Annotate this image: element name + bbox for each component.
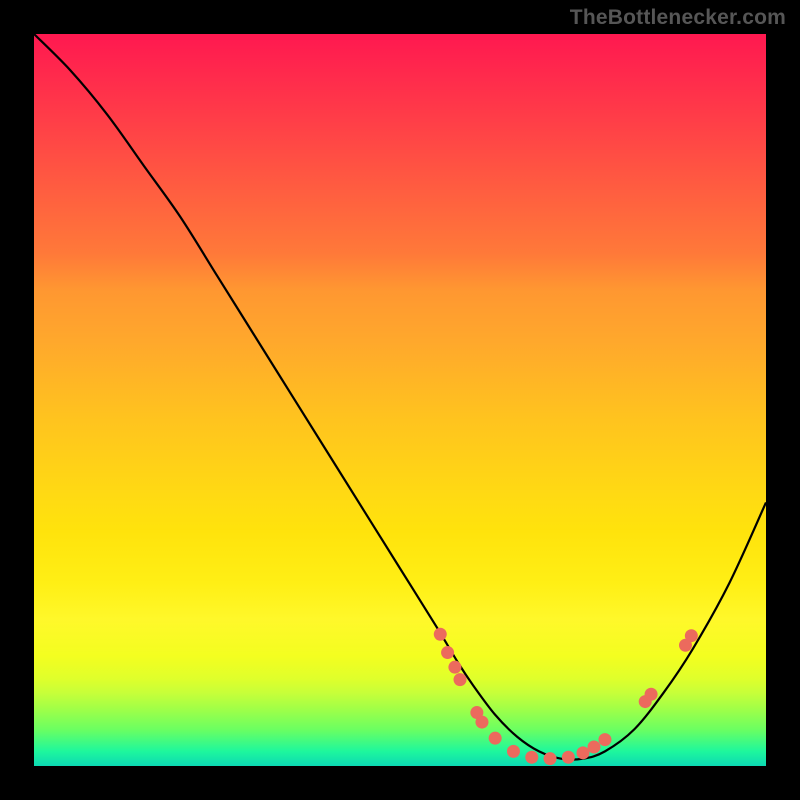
curve-layer bbox=[34, 34, 766, 766]
data-marker bbox=[434, 628, 447, 641]
data-marker bbox=[577, 746, 590, 759]
data-marker bbox=[525, 751, 538, 764]
bottleneck-curve bbox=[34, 34, 766, 760]
data-marker bbox=[544, 752, 557, 765]
marker-group bbox=[434, 628, 698, 765]
chart-frame: TheBottlenecker.com bbox=[0, 0, 800, 800]
data-marker bbox=[507, 745, 520, 758]
data-marker bbox=[562, 751, 575, 764]
plot-area bbox=[34, 34, 766, 766]
data-marker bbox=[645, 688, 658, 701]
data-marker bbox=[475, 716, 488, 729]
attribution-label: TheBottlenecker.com bbox=[570, 6, 786, 30]
data-marker bbox=[598, 733, 611, 746]
data-marker bbox=[441, 646, 454, 659]
data-marker bbox=[685, 629, 698, 642]
data-marker bbox=[448, 661, 461, 674]
data-marker bbox=[587, 740, 600, 753]
data-marker bbox=[489, 732, 502, 745]
data-marker bbox=[454, 673, 467, 686]
